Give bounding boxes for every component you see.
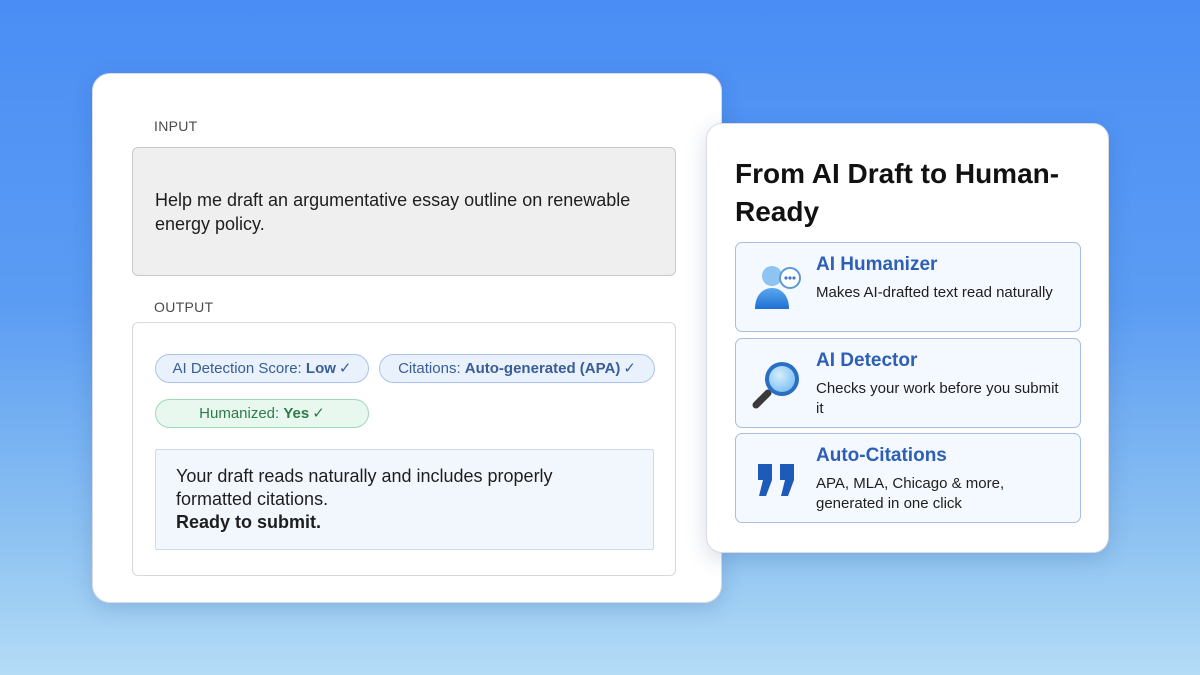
magnifier-icon	[752, 362, 799, 409]
badge-label: Citations:	[398, 360, 465, 377]
input-label: INPUT	[154, 118, 198, 134]
chat-card: INPUT Help me draft an argumentative ess…	[92, 73, 722, 603]
badge-value: Low	[305, 360, 336, 377]
feature-description: Checks your work before you submit it	[816, 380, 1059, 417]
feature-ai-detector[interactable]: AI Detector Checks your work before you …	[735, 338, 1081, 428]
badge-value: Auto-generated (APA)	[464, 360, 621, 377]
result-message: Your draft reads naturally and includes …	[155, 449, 654, 550]
feature-auto-citations[interactable]: Auto-Citations APA, MLA, Chicago & more,…	[735, 433, 1081, 523]
citations-badge: Citations: Auto-generated (APA) ✓	[379, 354, 655, 383]
badge-value: Yes	[283, 405, 310, 422]
check-icon: ✓	[623, 360, 636, 377]
result-text: Your draft reads naturally and includes …	[176, 466, 553, 509]
input-text-box[interactable]: Help me draft an argumentative essay out…	[132, 147, 676, 276]
feature-description: APA, MLA, Chicago & more, generated in o…	[816, 475, 1005, 512]
feature-title: AI Humanizer	[816, 254, 938, 275]
feature-title: AI Detector	[816, 350, 918, 371]
feature-title: Auto-Citations	[816, 445, 947, 466]
feature-ai-humanizer[interactable]: AI Humanizer Makes AI-drafted text read …	[735, 242, 1081, 332]
output-panel: AI Detection Score: Low ✓ Citations: Auto…	[132, 322, 676, 576]
check-icon: ✓	[312, 405, 325, 422]
check-icon: ✓	[338, 360, 352, 377]
badge-label: Humanized:	[199, 405, 284, 422]
result-status: Ready to submit.	[176, 512, 322, 532]
panel-title: From AI Draft to Human-Ready	[735, 158, 1060, 227]
ai-detection-badge: AI Detection Score: Low ✓	[155, 354, 369, 383]
quote-icon	[758, 464, 794, 496]
feature-description: Makes AI-drafted text read naturally	[816, 284, 1053, 301]
user-chat-icon	[755, 266, 801, 309]
humanized-badge: Humanized: Yes ✓	[155, 399, 369, 428]
features-panel: From AI Draft to Human-Ready AI Humanize…	[706, 123, 1109, 553]
badge-label: AI Detection Score:	[172, 360, 306, 377]
output-label: OUTPUT	[154, 299, 214, 315]
